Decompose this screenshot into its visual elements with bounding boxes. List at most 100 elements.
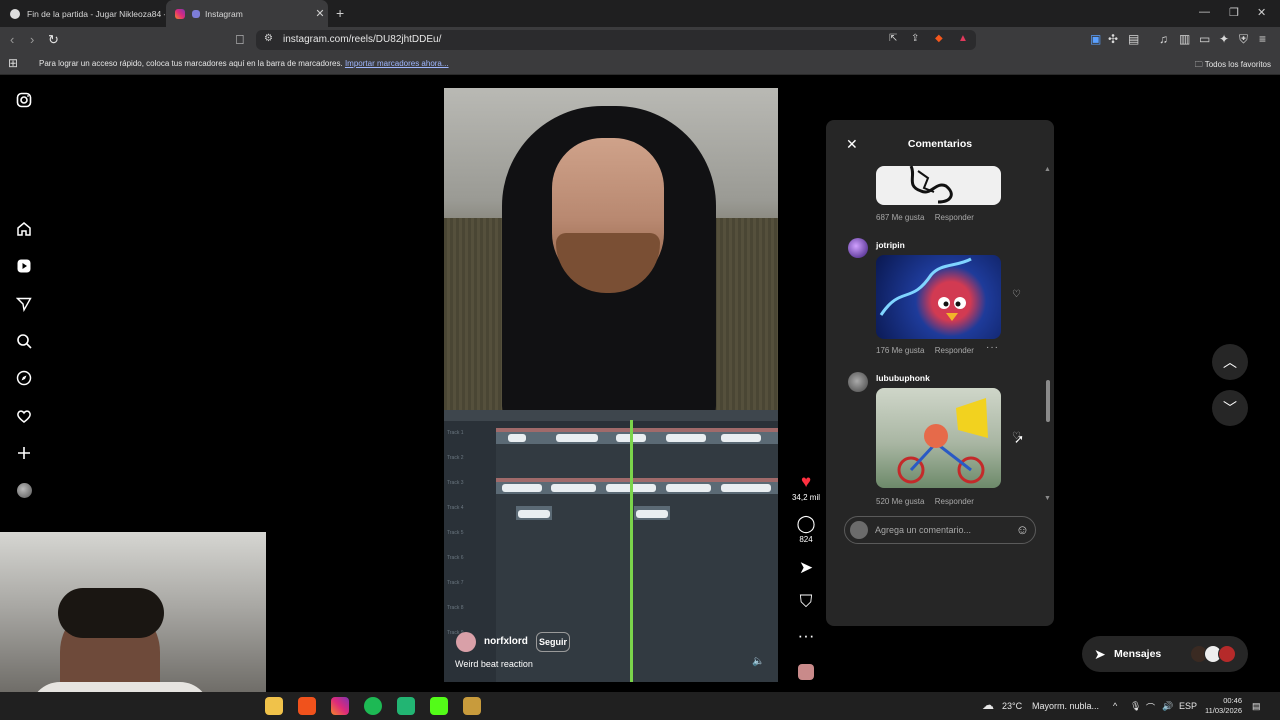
reply-button[interactable]: Responder (935, 346, 974, 355)
comment-input-box[interactable]: ☺ (844, 516, 1036, 544)
weather-icon[interactable]: ☁ (982, 698, 994, 712)
audio-thumbnail[interactable] (798, 664, 814, 680)
restore-icon[interactable]: ❐ (1229, 6, 1239, 19)
previous-reel-button[interactable]: ︿ (1212, 344, 1248, 380)
create-icon[interactable] (14, 443, 34, 463)
back-icon[interactable]: ‹ (10, 32, 14, 47)
volume-icon[interactable]: 🔈 (752, 656, 764, 667)
share-action[interactable]: ➤ (788, 558, 824, 578)
forward-icon[interactable]: › (30, 32, 34, 47)
system-clock[interactable]: 00:46 11/03/2026 (1205, 696, 1242, 716)
tray-chevron-icon[interactable]: ^ (1113, 701, 1117, 711)
mouse-cursor-icon: ➚ (1014, 432, 1025, 446)
emoji-icon[interactable]: ☺ (1016, 522, 1029, 537)
search-icon[interactable] (14, 331, 34, 351)
vpn-icon[interactable]: ⛨ (1239, 32, 1248, 47)
commenter-username[interactable]: lububuphonk (876, 373, 930, 383)
site-settings-icon[interactable]: ⚙ (264, 33, 273, 44)
reel-author-avatar[interactable] (456, 632, 476, 652)
instagram-app-icon[interactable] (331, 697, 349, 715)
microphone-icon[interactable]: 🎙 (1130, 701, 1141, 712)
more-options-icon[interactable]: ··· (986, 342, 999, 353)
brave-shield-icon[interactable]: ◆ (935, 33, 943, 44)
file-explorer-icon[interactable] (265, 697, 283, 715)
save-action[interactable]: ⛉ (788, 592, 824, 612)
reload-icon[interactable]: ↻ (48, 32, 59, 48)
new-tab-button[interactable]: + (336, 5, 344, 21)
brave-rewards-icon[interactable]: ▲ (958, 33, 968, 44)
comment-image[interactable] (876, 166, 1001, 205)
close-window-icon[interactable]: ✕ (1257, 6, 1266, 19)
url-bar[interactable]: ⚙ instagram.com/reels/DU82jhtDDEu/ ⇱ ⇪ ◆… (256, 30, 976, 50)
send-icon[interactable] (14, 294, 34, 314)
extension-badge-icon[interactable]: ▣ (1090, 32, 1101, 46)
like-comment-icon[interactable]: ♡ (1012, 289, 1021, 300)
more-icon[interactable]: ··· (788, 626, 824, 646)
comments-scrollbar[interactable] (1046, 380, 1050, 422)
reel-username[interactable]: norfxlord (484, 636, 528, 647)
like-action[interactable]: ♥ 34,2 mil (788, 472, 824, 502)
send-icon[interactable]: ➤ (788, 558, 824, 578)
messages-button[interactable]: ➤ Mensajes (1082, 636, 1248, 672)
app-icon[interactable] (397, 697, 415, 715)
language-indicator[interactable]: ESP (1179, 701, 1197, 711)
heart-icon[interactable] (14, 406, 34, 426)
sidebar-toggle-icon[interactable]: ▥ (1179, 32, 1190, 46)
comment-action[interactable]: ◯ 824 (788, 514, 824, 544)
commenter-username[interactable]: jotripin (876, 240, 905, 250)
minimize-icon[interactable]: — (1199, 6, 1210, 18)
spotify-icon[interactable] (364, 697, 382, 715)
profile-avatar[interactable] (14, 480, 34, 500)
more-action[interactable]: ··· (788, 626, 824, 646)
comment-icon[interactable]: ◯ (788, 514, 824, 534)
open-external-icon[interactable]: ⇱ (889, 33, 897, 44)
weather-text[interactable]: Mayorm. nubla... (1032, 701, 1099, 711)
tab-search-icon[interactable]: ▤ (1128, 32, 1139, 46)
extensions-icon[interactable]: ✣ (1108, 32, 1118, 46)
menu-icon[interactable]: ≡ (1259, 32, 1266, 46)
share-icon[interactable]: ⇪ (911, 33, 919, 44)
reel-video[interactable]: Track 1 Track 2 Track 3 Track 4 Track 5 … (444, 88, 778, 682)
close-tab-icon[interactable]: ✕ (312, 7, 328, 20)
next-reel-button[interactable]: ﹀ (1212, 390, 1248, 426)
clock-time: 00:46 (1223, 696, 1242, 705)
leo-icon[interactable]: ✦ (1219, 32, 1229, 46)
wallet-icon[interactable]: ▭ (1199, 32, 1210, 46)
comment-image[interactable] (876, 388, 1001, 488)
reply-button[interactable]: Responder (935, 213, 974, 222)
home-icon[interactable] (14, 219, 34, 239)
bookmark-hint: Para lograr un acceso rápido, coloca tus… (39, 59, 449, 68)
comment-likes: 176 Me gusta (876, 346, 925, 355)
folder-icon: 🗀 (1194, 60, 1203, 69)
commenter-avatar[interactable] (848, 372, 868, 392)
comment-image[interactable] (876, 255, 1001, 339)
commenter-avatar[interactable] (848, 238, 868, 258)
import-bookmarks-link[interactable]: Importar marcadores ahora... (345, 59, 449, 68)
temperature[interactable]: 23°C (1002, 701, 1022, 711)
league-icon[interactable] (463, 697, 481, 715)
all-favorites-button[interactable]: 🗀 Todos los favoritos (1195, 59, 1271, 73)
reply-button[interactable]: Responder (935, 497, 974, 506)
music-icon[interactable]: ♫ (1159, 32, 1168, 46)
tab-game[interactable]: Fin de la partida - Jugar Nikleoza84 - (0, 0, 165, 27)
follow-button[interactable]: Seguir (536, 632, 570, 652)
notifications-icon[interactable]: ▤ (1252, 701, 1261, 712)
streamer-hair (58, 588, 164, 638)
heart-filled-icon[interactable]: ♥ (788, 472, 824, 492)
brave-browser-icon[interactable] (298, 697, 316, 715)
instagram-logo-icon[interactable] (14, 90, 34, 110)
scroll-up-arrow-icon[interactable]: ▲ (1044, 166, 1051, 173)
bookmark-icon[interactable]: ⛉ (788, 592, 824, 612)
video-camera-feed (444, 88, 778, 426)
scroll-down-arrow-icon[interactable]: ▼ (1044, 495, 1051, 502)
volume-tray-icon[interactable]: 🔊 (1162, 701, 1173, 712)
bookmark-icon[interactable]: ⎕ (236, 32, 244, 48)
comment-input[interactable] (875, 522, 1005, 538)
tab-instagram[interactable]: Instagram ✕ (166, 0, 328, 27)
apps-grid-icon[interactable]: ⊞ (8, 56, 18, 70)
bookmark-hint-text: Para lograr un acceso rápido, coloca tus… (39, 59, 343, 68)
network-icon[interactable]: ⌒ (1146, 701, 1155, 714)
kick-icon[interactable] (430, 697, 448, 715)
reels-icon[interactable] (14, 256, 34, 276)
explore-icon[interactable] (14, 368, 34, 388)
